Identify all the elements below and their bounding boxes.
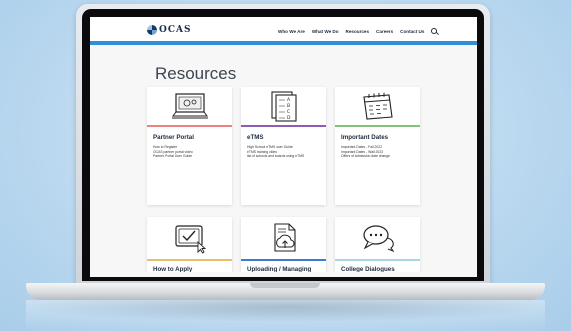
card-title: Partner Portal	[153, 134, 194, 141]
card-title: eTMS	[247, 134, 264, 141]
upload-document-icon	[273, 223, 296, 252]
card-accent-bar	[147, 259, 232, 261]
svg-text:D: D	[287, 115, 291, 121]
card-etms[interactable]: A B C D eTMS High School eTMS user Guide…	[241, 87, 326, 205]
card-how-to-apply[interactable]: How to Apply	[147, 217, 232, 277]
laptop-screen: OCAS Who We Are What We Do Resources Car…	[90, 17, 477, 277]
card-link[interactable]: list of schools and boards using eTMS	[247, 154, 304, 159]
svg-text:B: B	[287, 103, 290, 109]
nav-what-we-do[interactable]: What We Do	[312, 29, 339, 34]
card-links: Important Dates - Fall 2022 Important Da…	[341, 145, 390, 159]
card-important-dates[interactable]: Important Dates Important Dates - Fall 2…	[335, 87, 420, 205]
checkbox-cursor-icon	[174, 225, 206, 254]
card-art	[241, 217, 326, 259]
nav-resources[interactable]: Resources	[346, 29, 370, 34]
card-art	[335, 217, 420, 259]
card-uploading-managing[interactable]: Uploading / Managing	[241, 217, 326, 277]
card-art	[335, 87, 420, 125]
surface-reflection	[26, 300, 545, 331]
ocas-logo[interactable]: OCAS	[147, 25, 192, 35]
chat-bubbles-icon	[362, 225, 394, 253]
search-icon[interactable]	[431, 28, 438, 34]
card-college-dialogues[interactable]: College Dialogues	[335, 217, 420, 277]
card-link[interactable]: Offers of Admission date change	[341, 154, 390, 159]
card-link[interactable]: Partner Portal User Guide	[153, 154, 193, 159]
card-accent-bar	[241, 259, 326, 261]
card-art: A B C D	[241, 87, 326, 125]
calendar-icon	[362, 92, 393, 120]
logo-mark-icon	[147, 25, 157, 35]
abcd-document-icon: A B C D	[270, 91, 297, 122]
logo-text: OCAS	[159, 25, 192, 35]
card-accent-bar	[147, 125, 232, 127]
card-accent-bar	[241, 125, 326, 127]
page-title: Resources	[155, 64, 237, 83]
nav-careers[interactable]: Careers	[376, 29, 393, 34]
card-art	[147, 87, 232, 125]
top-navigation: OCAS Who We Are What We Do Resources Car…	[90, 17, 477, 45]
card-accent-bar	[335, 259, 420, 261]
card-links: High School eTMS user Guide eTMS trainin…	[247, 145, 304, 159]
nav-contact-us[interactable]: Contact Us	[400, 29, 424, 34]
card-accent-bar	[335, 125, 420, 127]
nav-links: Who We Are What We Do Resources Careers …	[278, 28, 438, 34]
card-title: Important Dates	[341, 134, 389, 141]
computer-settings-icon	[171, 93, 208, 119]
laptop-notch	[250, 283, 320, 288]
card-art	[147, 217, 232, 259]
screen-bottom-edge	[90, 272, 477, 277]
svg-text:C: C	[287, 109, 290, 115]
card-links: How to Register OCAS partner portal vide…	[153, 145, 193, 159]
card-partner-portal[interactable]: Partner Portal How to Register OCAS part…	[147, 87, 232, 205]
nav-who-we-are[interactable]: Who We Are	[278, 29, 305, 34]
